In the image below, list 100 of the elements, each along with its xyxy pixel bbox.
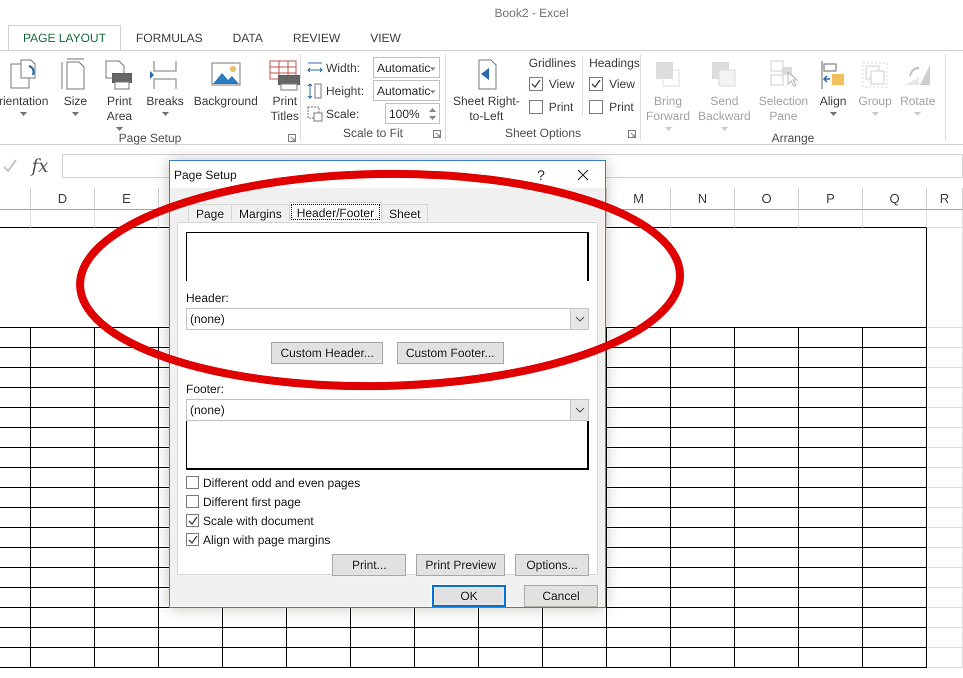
- table-cell: [95, 628, 159, 648]
- table-cell: [671, 508, 735, 528]
- table-cell: [31, 468, 95, 488]
- column-header[interactable]: P: [799, 188, 863, 210]
- table-cell: [0, 408, 31, 428]
- table-cell: [863, 488, 927, 508]
- caret-icon: [430, 67, 436, 71]
- table-cell: [671, 368, 735, 388]
- field-label: Width:: [326, 60, 362, 74]
- table-cell: [927, 588, 963, 608]
- table-cell: [799, 210, 863, 228]
- table-cell: [799, 428, 863, 448]
- checkbox[interactable]: [186, 476, 199, 489]
- table-cell: [31, 210, 95, 228]
- dialog-tab[interactable]: Header/Footer: [288, 202, 382, 222]
- checkbox[interactable]: [589, 76, 604, 90]
- table-cell: [415, 628, 479, 648]
- dialog-launcher-icon[interactable]: [628, 130, 636, 138]
- table-cell: [735, 508, 799, 528]
- column-header[interactable]: O: [735, 188, 799, 210]
- table-cell: [863, 408, 927, 428]
- column-header[interactable]: R: [927, 188, 963, 210]
- checkbox[interactable]: [589, 100, 604, 114]
- height-arrows-icon: [307, 82, 323, 98]
- checkbox[interactable]: [186, 533, 199, 546]
- table-cell: [863, 548, 927, 568]
- ribbon-button[interactable]: Align: [813, 56, 854, 116]
- column-header[interactable]: Q: [863, 188, 927, 210]
- table-cell: [927, 328, 963, 348]
- ribbon-button[interactable]: rientation: [0, 56, 52, 116]
- column-header[interactable]: E: [95, 188, 159, 210]
- help-button[interactable]: ?: [521, 161, 561, 188]
- scale-box-icon: [307, 106, 323, 122]
- table-cell: [735, 210, 799, 228]
- checkmark-icon[interactable]: [2, 158, 18, 174]
- column-header[interactable]: D: [31, 188, 95, 210]
- footer-dropdown[interactable]: (none): [186, 399, 589, 421]
- dialog-tab[interactable]: Page: [188, 204, 232, 222]
- table-cell: [671, 328, 735, 348]
- table-cell: [607, 608, 671, 628]
- table-cell: [799, 588, 863, 608]
- table-cell: [0, 488, 31, 508]
- group-label: Scale to Fit: [342, 126, 404, 140]
- table-cell: [31, 608, 95, 628]
- dialog-button[interactable]: Options...: [515, 554, 589, 576]
- checkbox[interactable]: [528, 100, 543, 114]
- dropdown-field[interactable]: Automatic: [373, 80, 440, 101]
- table-cell: [0, 388, 31, 408]
- table-cell: [351, 628, 415, 648]
- checkbox[interactable]: [186, 514, 199, 527]
- table-cell: [799, 568, 863, 588]
- checkbox[interactable]: [186, 495, 199, 508]
- spinner-field[interactable]: 100%: [385, 103, 440, 124]
- table-cell: [223, 628, 287, 648]
- dialog-launcher-icon[interactable]: [288, 134, 296, 142]
- dialog-button[interactable]: Print Preview: [416, 554, 505, 576]
- field-label: Scale:: [326, 106, 360, 120]
- table-cell: [863, 348, 927, 368]
- ribbon-button[interactable]: Background: [190, 56, 261, 109]
- ribbon-tab[interactable]: PAGE LAYOUT: [8, 25, 121, 50]
- custom-button[interactable]: Custom Header...: [271, 342, 383, 364]
- dialog-launcher-icon[interactable]: [433, 130, 441, 138]
- table-cell: [0, 348, 31, 368]
- table-cell: [31, 508, 95, 528]
- dropdown-field[interactable]: Automatic: [373, 57, 440, 78]
- column-header[interactable]: N: [671, 188, 735, 210]
- header-dropdown[interactable]: (none): [186, 308, 589, 330]
- table-cell: [671, 468, 735, 488]
- table-cell: [543, 648, 607, 668]
- ribbon-button[interactable]: Sheet Right- to-Left: [450, 56, 523, 124]
- checkbox[interactable]: [528, 76, 543, 90]
- dialog-button[interactable]: OK: [432, 585, 506, 607]
- table-cell: [863, 368, 927, 388]
- ribbon-button[interactable]: Size: [55, 56, 96, 116]
- table-cell: [927, 628, 963, 648]
- table-cell: [607, 588, 671, 608]
- chevron-down-icon: [574, 316, 584, 322]
- table-cell: [799, 548, 863, 568]
- table-cell: [671, 648, 735, 668]
- column-header[interactable]: [0, 188, 31, 210]
- table-cell: [671, 428, 735, 448]
- ribbon-button[interactable]: Print Area: [99, 56, 140, 131]
- table-cell: [607, 408, 671, 428]
- table-cell: [479, 628, 543, 648]
- table-cell: [0, 448, 31, 468]
- dialog-tab[interactable]: Sheet: [381, 204, 428, 222]
- dialog-button[interactable]: Print...: [332, 554, 406, 576]
- custom-button[interactable]: Custom Footer...: [396, 342, 504, 364]
- dialog-button[interactable]: Cancel: [524, 585, 598, 607]
- insert-function-button[interactable]: fx: [28, 156, 52, 176]
- dialog-tab[interactable]: Margins: [231, 204, 290, 222]
- table-cell: [799, 528, 863, 548]
- table-cell: [735, 468, 799, 488]
- table-cell: [735, 408, 799, 428]
- ribbon-button[interactable]: Print Titles: [264, 56, 305, 124]
- table-cell: [31, 368, 95, 388]
- spinner-arrows-icon[interactable]: [429, 106, 436, 120]
- table-cell: [927, 508, 963, 528]
- table-cell: [607, 628, 671, 648]
- ribbon-button[interactable]: Breaks: [143, 56, 187, 116]
